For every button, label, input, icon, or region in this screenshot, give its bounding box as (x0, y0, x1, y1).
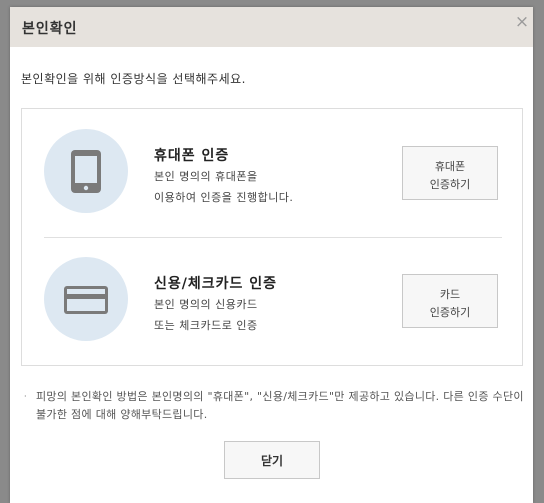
phone-verify-button[interactable]: 휴대폰 인증하기 (402, 146, 498, 200)
card-icon-circle (44, 257, 128, 341)
verification-methods-panel: 휴대폰 인증 본인 명의의 휴대폰을 이용하여 인증을 진행합니다. 휴대폰 인… (21, 108, 523, 366)
card-verification-option: 신용/체크카드 인증 본인 명의의 신용카드 또는 체크카드로 인증 카드 인증… (22, 237, 522, 357)
phone-verify-button-line2: 인증하기 (429, 178, 471, 191)
identity-verification-dialog: 본인확인 × 본인확인을 위해 인증방식을 선택해주세요. 휴대폰 인증 본인 … (10, 7, 533, 503)
close-icon[interactable]: × (513, 13, 531, 31)
dialog-titlebar: 본인확인 × (10, 7, 533, 47)
card-method-title: 신용/체크카드 인증 (154, 276, 278, 292)
phone-method-desc-line2: 이용하여 인증을 진행합니다. (154, 191, 294, 204)
notice: · 피망의 본인확인 방법은 본인명의의 "휴대폰", "신용/체크카드"만 제… (24, 388, 524, 424)
phone-method-title: 휴대폰 인증 (154, 148, 230, 164)
card-verify-button-line2: 인증하기 (429, 306, 471, 319)
dialog-title: 본인확인 (22, 21, 78, 37)
phone-verify-button-line1: 휴대폰 (434, 160, 466, 173)
close-button[interactable]: 닫기 (224, 441, 320, 479)
card-verify-button[interactable]: 카드 인증하기 (402, 274, 498, 328)
phone-icon-circle (44, 129, 128, 213)
phone-method-desc-line1: 본인 명의의 휴대폰을 (154, 170, 258, 183)
phone-verification-option: 휴대폰 인증 본인 명의의 휴대폰을 이용하여 인증을 진행합니다. 휴대폰 인… (22, 109, 522, 229)
card-verify-button-line1: 카드 (439, 288, 461, 301)
intro-text: 본인확인을 위해 인증방식을 선택해주세요. (21, 72, 246, 86)
card-method-desc-line1: 본인 명의의 신용카드 (154, 298, 258, 311)
card-method-desc-line2: 또는 체크카드로 인증 (154, 319, 258, 332)
notice-text: 피망의 본인확인 방법은 본인명의의 "휴대폰", "신용/체크카드"만 제공하… (36, 390, 524, 421)
mobile-phone-icon (71, 150, 101, 193)
notice-bullet: · (24, 392, 27, 401)
credit-card-icon (64, 286, 108, 314)
